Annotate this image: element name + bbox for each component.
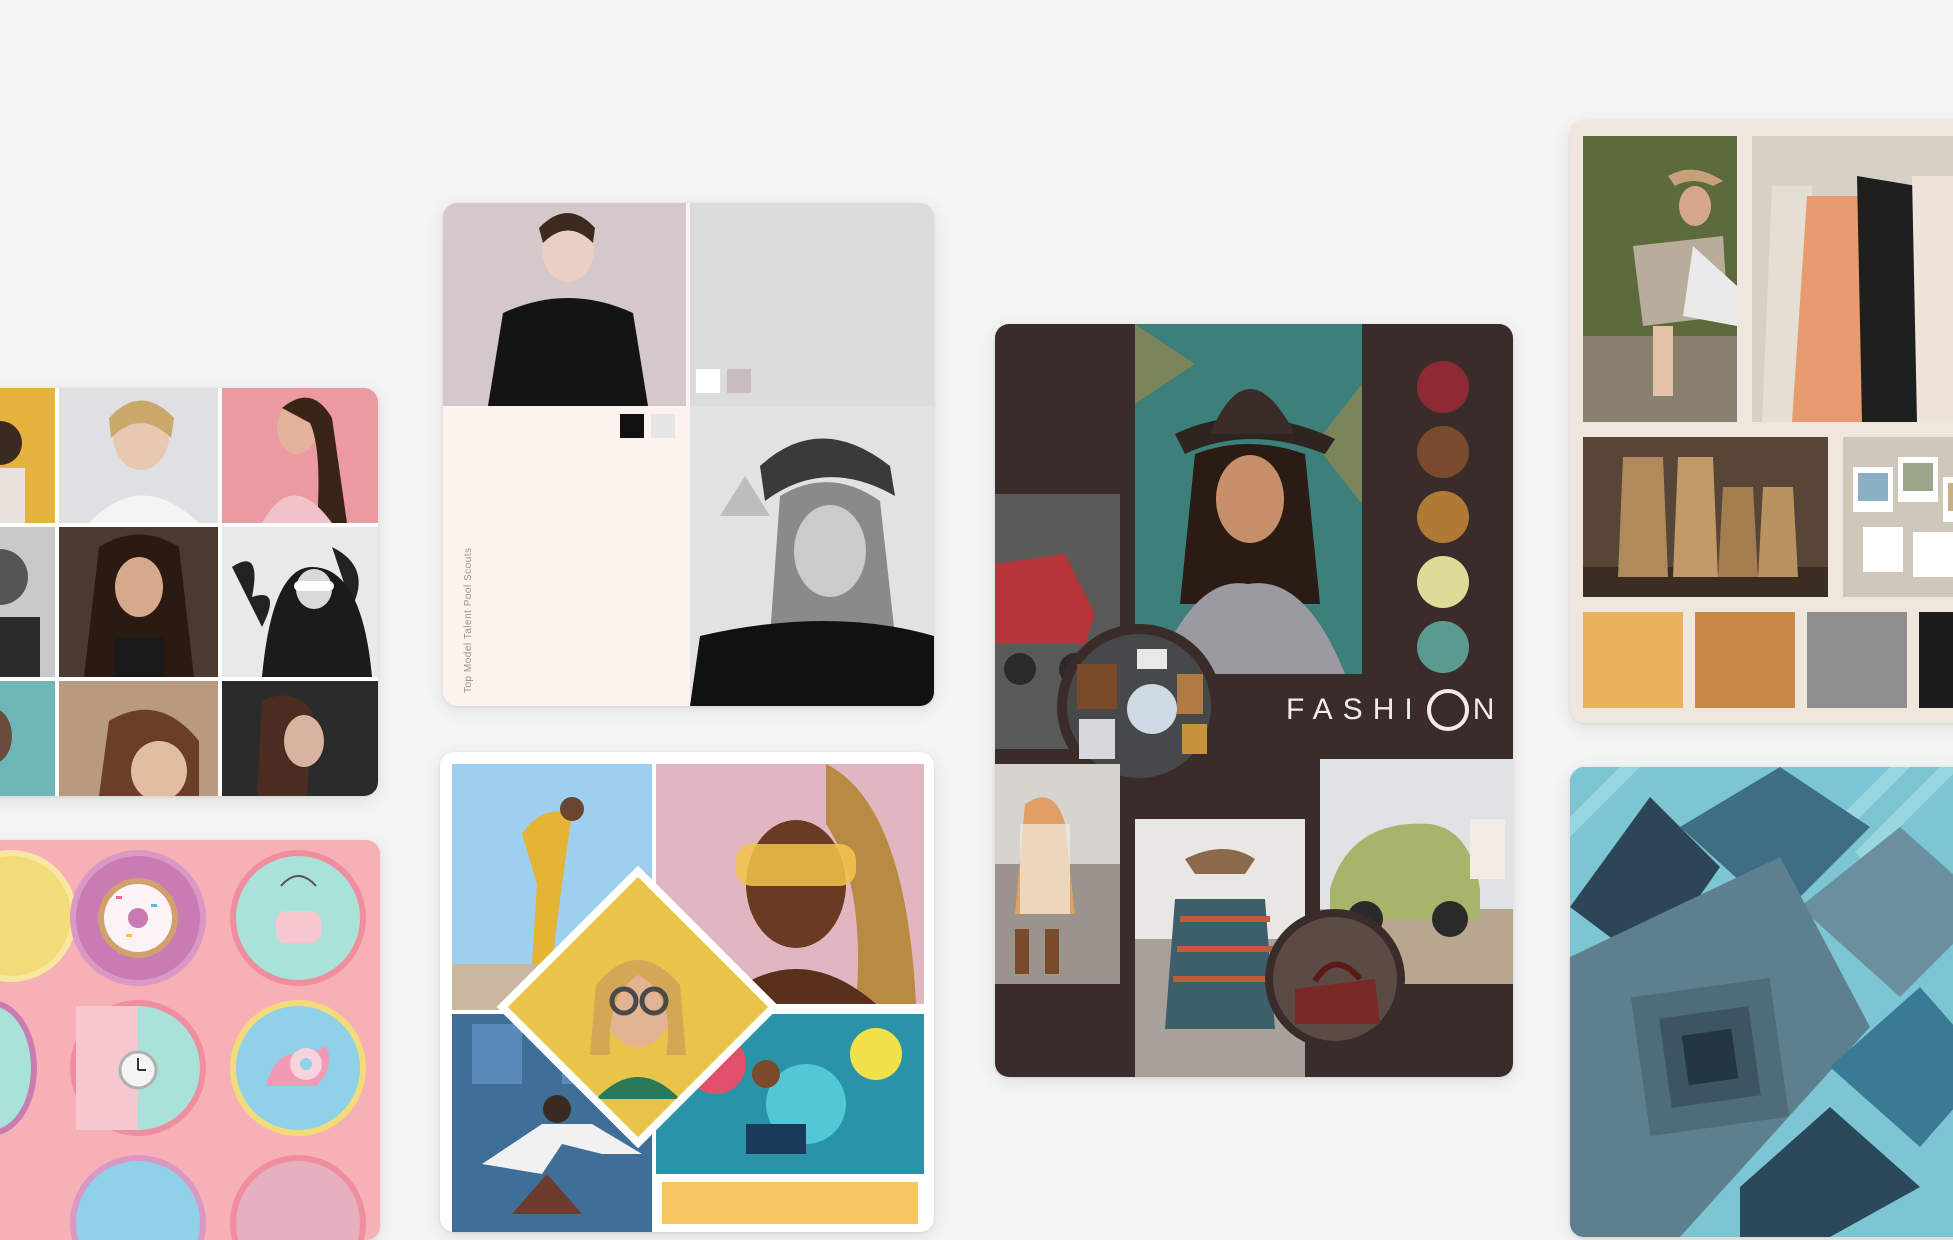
- circle-bottom-right: [230, 1155, 366, 1240]
- photo-sunglasses-portrait: [222, 527, 378, 677]
- photo-blonde-portrait: [59, 388, 218, 523]
- palette-dot-3: [1417, 491, 1469, 543]
- moodboard-card-western[interactable]: [1570, 120, 1953, 723]
- photo-yellow-portrait: [0, 388, 55, 523]
- photo-newsboy-cap-model: [690, 406, 934, 706]
- circle-partial: [0, 1000, 37, 1136]
- yellow-color-block: [662, 1182, 918, 1224]
- color-swatch-white: [696, 369, 720, 393]
- color-swatch-mauve: [727, 369, 751, 393]
- moodboard-card-collage[interactable]: [440, 752, 934, 1232]
- photo-sweater-woman: [995, 764, 1120, 984]
- moodboard-card-fashion[interactable]: FASHI N: [995, 324, 1513, 1077]
- photo-pink-portrait: [222, 388, 378, 523]
- circle-donut: [70, 850, 206, 986]
- photo-cowboy-boots: [1583, 437, 1828, 597]
- photo-cowboy-hat-woman: [1583, 136, 1737, 422]
- circle-bottom-center: [70, 1155, 206, 1240]
- photo-hat-woman: [1135, 324, 1362, 674]
- photo-bw-portrait: [0, 527, 55, 677]
- photo-profile-portrait: [222, 681, 378, 796]
- moodboard-card-portrait-grid[interactable]: [0, 388, 378, 796]
- photo-teal-portrait: [0, 681, 55, 796]
- circle-handbag: [230, 850, 366, 986]
- fashion-title-suffix: N: [1472, 693, 1505, 726]
- photo-black-tee-model: [443, 203, 686, 406]
- circle-glove-donut: [230, 1000, 366, 1136]
- fashion-title-prefix: FASHI: [1286, 693, 1423, 726]
- color-swatch-light-gray: [651, 414, 675, 438]
- photo-clothing-rack: [1752, 136, 1953, 422]
- palette-dot-5: [1417, 621, 1469, 673]
- photo-polaroids: [1843, 437, 1953, 597]
- circle-alarm-clock: [70, 1000, 206, 1136]
- caption-text: Top Model Talent Pool Scouts: [463, 547, 474, 693]
- color-swatch-black: [620, 414, 644, 438]
- palette-dot-1: [1417, 361, 1469, 413]
- photo-dark-hair-portrait: [59, 527, 218, 677]
- palette-swatch-1: [1583, 612, 1683, 708]
- palette-dot-4: [1417, 556, 1469, 608]
- moodboard-card-pastel-circles[interactable]: [0, 840, 380, 1240]
- circle-o-icon: [1426, 689, 1469, 731]
- palette-dot-2: [1417, 426, 1469, 478]
- photo-brunette-portrait: [59, 681, 218, 796]
- palette-swatch-3: [1807, 612, 1907, 708]
- photo-leather-bag-circle: [1265, 909, 1405, 1049]
- moodboard-card-model-talent[interactable]: Top Model Talent Pool Scouts: [443, 203, 934, 706]
- geometric-architecture-art: [1570, 767, 1953, 1237]
- palette-swatch-4: [1919, 612, 1953, 708]
- moodboard-card-architecture[interactable]: [1570, 767, 1953, 1237]
- palette-swatch-2: [1695, 612, 1795, 708]
- circle-building: [0, 850, 77, 982]
- fashion-title: FASHI N: [1286, 689, 1504, 731]
- vertical-caption: Top Model Talent Pool Scouts: [463, 547, 483, 693]
